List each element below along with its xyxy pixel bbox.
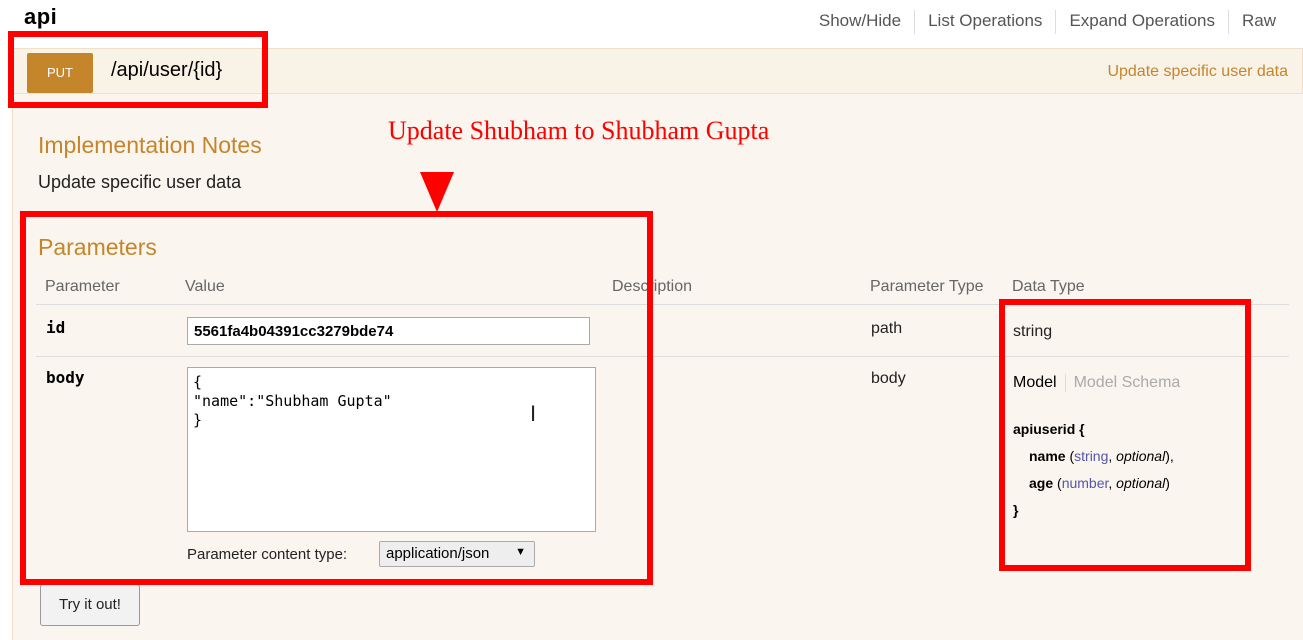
annotation-text: Update Shubham to Shubham Gupta	[388, 116, 770, 145]
implementation-notes-title: Implementation Notes	[38, 132, 262, 158]
raw-link[interactable]: Raw	[1227, 10, 1289, 34]
operation-summary[interactable]: Update specific user data	[1107, 63, 1288, 81]
resource-links: Show/Hide List Operations Expand Operati…	[806, 10, 1289, 34]
expand-operations-link[interactable]: Expand Operations	[1055, 10, 1228, 34]
col-parameter-type: Parameter Type	[870, 278, 984, 295]
highlight-box-path	[8, 31, 268, 108]
arrow-down-icon	[420, 172, 454, 212]
param-type-id: path	[871, 320, 903, 337]
resource-name[interactable]: api	[24, 4, 57, 30]
list-operations-link[interactable]: List Operations	[914, 10, 1055, 34]
col-data-type: Data Type	[1012, 278, 1085, 295]
show-hide-link[interactable]: Show/Hide	[806, 10, 914, 34]
implementation-notes-text: Update specific user data	[38, 172, 242, 192]
try-it-out-button[interactable]: Try it out!	[40, 584, 140, 626]
highlight-box-parameters	[20, 211, 653, 585]
param-type-body: body	[871, 370, 906, 387]
highlight-box-model	[999, 299, 1251, 571]
